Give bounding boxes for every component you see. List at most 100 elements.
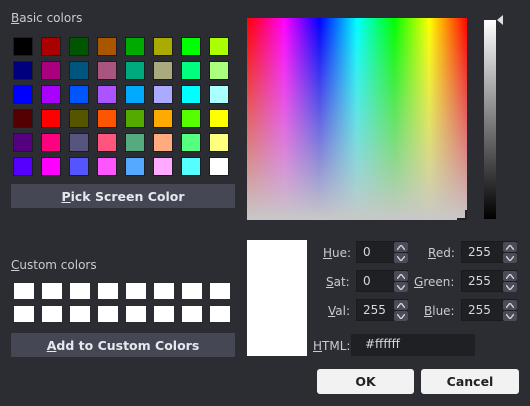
basic-color-swatch[interactable]	[181, 109, 201, 128]
red-up-icon[interactable]	[503, 242, 517, 252]
custom-colors-grid	[14, 283, 230, 322]
picker-crosshair	[457, 210, 467, 220]
sat-down-icon[interactable]	[394, 282, 408, 292]
basic-color-swatch[interactable]	[41, 37, 61, 56]
val-down-icon[interactable]	[394, 311, 408, 321]
basic-color-swatch[interactable]	[181, 157, 201, 176]
basic-color-swatch[interactable]	[125, 37, 145, 56]
basic-color-swatch[interactable]	[153, 61, 173, 80]
red-down-icon[interactable]	[503, 253, 517, 263]
hue-saturation-picker[interactable]	[247, 18, 467, 220]
basic-color-swatch[interactable]	[41, 133, 61, 152]
custom-color-swatch[interactable]	[14, 283, 34, 299]
basic-color-swatch[interactable]	[181, 85, 201, 104]
basic-color-swatch[interactable]	[13, 133, 33, 152]
custom-color-swatch[interactable]	[210, 306, 230, 322]
basic-color-swatch[interactable]	[125, 157, 145, 176]
custom-color-swatch[interactable]	[126, 283, 146, 299]
green-up-icon[interactable]	[503, 271, 517, 281]
custom-color-swatch[interactable]	[210, 283, 230, 299]
basic-color-swatch[interactable]	[125, 133, 145, 152]
basic-color-swatch[interactable]	[41, 157, 61, 176]
basic-color-swatch[interactable]	[153, 157, 173, 176]
val-up-icon[interactable]	[394, 300, 408, 310]
basic-color-swatch[interactable]	[41, 61, 61, 80]
custom-color-swatch[interactable]	[98, 306, 118, 322]
green-spinbox[interactable]: 255	[461, 270, 517, 292]
basic-color-swatch[interactable]	[125, 85, 145, 104]
basic-color-swatch[interactable]	[153, 85, 173, 104]
custom-color-swatch[interactable]	[14, 306, 34, 322]
add-to-custom-colors-button[interactable]: Add to Custom Colors	[11, 333, 235, 357]
value-slider-handle[interactable]	[497, 15, 503, 25]
val-label: Val:	[328, 304, 351, 318]
basic-color-swatch[interactable]	[153, 37, 173, 56]
basic-color-swatch[interactable]	[69, 133, 89, 152]
val-spinbox[interactable]: 255	[356, 299, 408, 321]
basic-color-swatch[interactable]	[97, 61, 117, 80]
custom-color-swatch[interactable]	[154, 306, 174, 322]
basic-color-swatch[interactable]	[13, 85, 33, 104]
custom-color-swatch[interactable]	[42, 283, 62, 299]
value-slider[interactable]	[484, 20, 496, 219]
basic-color-swatch[interactable]	[181, 133, 201, 152]
custom-color-swatch[interactable]	[182, 283, 202, 299]
basic-color-swatch[interactable]	[125, 61, 145, 80]
basic-color-swatch[interactable]	[69, 37, 89, 56]
ok-button[interactable]: OK	[317, 369, 414, 394]
sat-up-icon[interactable]	[394, 271, 408, 281]
basic-color-swatch[interactable]	[69, 61, 89, 80]
custom-color-swatch[interactable]	[70, 306, 90, 322]
custom-color-swatch[interactable]	[182, 306, 202, 322]
basic-color-swatch[interactable]	[41, 109, 61, 128]
basic-color-swatch[interactable]	[41, 85, 61, 104]
basic-color-swatch[interactable]	[153, 133, 173, 152]
basic-color-swatch[interactable]	[181, 61, 201, 80]
red-spinbox[interactable]: 255	[461, 241, 517, 263]
html-input[interactable]: #ffffff	[351, 334, 475, 356]
green-label: Green:	[414, 275, 455, 289]
basic-color-swatch[interactable]	[209, 85, 229, 104]
custom-color-swatch[interactable]	[70, 283, 90, 299]
basic-color-swatch[interactable]	[69, 109, 89, 128]
basic-color-swatch[interactable]	[13, 109, 33, 128]
basic-color-swatch[interactable]	[97, 133, 117, 152]
basic-color-swatch[interactable]	[209, 109, 229, 128]
basic-color-swatch[interactable]	[69, 85, 89, 104]
cancel-button[interactable]: Cancel	[421, 369, 519, 394]
blue-down-icon[interactable]	[503, 311, 517, 321]
pick-screen-color-button[interactable]: Pick Screen Color	[11, 184, 235, 208]
basic-color-swatch[interactable]	[209, 61, 229, 80]
basic-color-swatch[interactable]	[13, 37, 33, 56]
basic-color-swatch[interactable]	[13, 61, 33, 80]
custom-color-swatch[interactable]	[42, 306, 62, 322]
custom-color-swatch[interactable]	[98, 283, 118, 299]
html-label: HTML:	[313, 339, 351, 353]
basic-color-swatch[interactable]	[181, 37, 201, 56]
custom-color-swatch[interactable]	[154, 283, 174, 299]
green-down-icon[interactable]	[503, 282, 517, 292]
blue-up-icon[interactable]	[503, 300, 517, 310]
basic-color-swatch[interactable]	[97, 37, 117, 56]
hue-down-icon[interactable]	[394, 253, 408, 263]
blue-label: Blue:	[424, 304, 455, 318]
sat-spinbox[interactable]: 0	[356, 270, 408, 292]
hue-label: Hue:	[323, 246, 352, 260]
basic-color-swatch[interactable]	[97, 109, 117, 128]
blue-spinbox[interactable]: 255	[461, 299, 517, 321]
custom-color-swatch[interactable]	[126, 306, 146, 322]
hue-up-icon[interactable]	[394, 242, 408, 252]
basic-color-swatch[interactable]	[69, 157, 89, 176]
hue-spinbox[interactable]: 0	[356, 241, 408, 263]
basic-color-swatch[interactable]	[209, 157, 229, 176]
basic-color-swatch[interactable]	[125, 109, 145, 128]
current-color-preview	[247, 240, 307, 356]
basic-color-swatch[interactable]	[97, 157, 117, 176]
basic-color-swatch[interactable]	[209, 37, 229, 56]
red-label: Red:	[428, 246, 455, 260]
basic-color-swatch[interactable]	[209, 133, 229, 152]
sat-label: Sat:	[326, 275, 350, 289]
basic-color-swatch[interactable]	[13, 157, 33, 176]
basic-color-swatch[interactable]	[153, 109, 173, 128]
basic-color-swatch[interactable]	[97, 85, 117, 104]
